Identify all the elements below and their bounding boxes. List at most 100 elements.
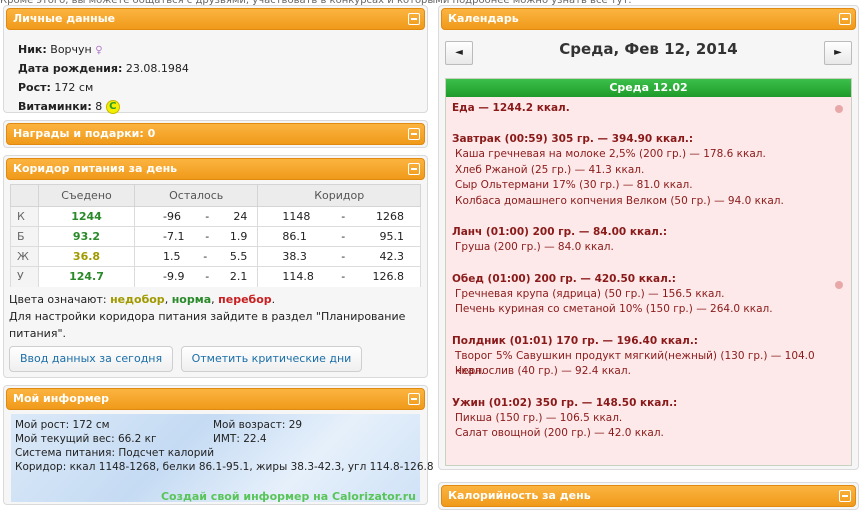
personal-info: Ник: Ворчун ♀ Дата рождения: 23.08.1984 … [6,30,425,114]
list-item[interactable]: Груша (200 гр.) — 84.0 ккал. [452,240,845,256]
collapse-icon[interactable] [408,128,420,140]
left-max: 5.5 [229,250,248,263]
list-item[interactable]: Творог 5% Савушкин продукт мягкий(нежный… [452,349,845,378]
mark-critical-days-button[interactable]: Отметить критические дни [180,345,363,372]
informer-weight: Мой текущий вес: 66.2 кг [15,432,157,445]
legend-prefix: Цвета означают: [9,292,107,306]
legend-over: перебор [218,292,272,306]
informer-panel-header[interactable]: Мой информер [6,387,425,410]
day-header[interactable]: Среда 12.02 [446,79,851,97]
left-range: 1.5 - 5.5 [133,246,259,267]
female-icon: ♀ [95,45,103,56]
calendar-panel-header[interactable]: Календарь [441,8,856,30]
corr-max: 126.8 [372,270,405,284]
collapse-icon[interactable] [408,163,420,175]
edit-dot-icon[interactable] [835,105,843,113]
list-item[interactable]: Сыр Ольтермани 17% (30 гр.) — 81.0 ккал. [452,178,845,194]
row-key: К [10,206,39,227]
table-row: Ж 36.8 1.5 - 5.5 38.3 - 42.3 [10,246,421,267]
informer-widget[interactable]: Мой рост: 172 см Мой возраст: 29 Мой теку… [11,413,434,504]
corridor-panel: Коридор питания за день Съедено Осталось… [3,155,428,378]
corr-min: 38.3 [282,250,307,263]
personal-panel-title: Личные данные [13,12,116,25]
left-range: -7.1 - 1.9 [133,226,259,247]
eaten-value: 1244 [38,206,135,227]
collapse-icon[interactable] [408,13,420,25]
informer-height: Мой рост: 172 см [15,418,110,431]
calories-panel-header[interactable]: Калорийность за день [441,485,856,507]
range-sep: - [341,250,346,263]
awards-panel-header[interactable]: Награды и подарки: 0 [6,123,425,145]
meal-header-lunch[interactable]: Ланч (01:00) 200 гр. — 84.00 ккал.: [452,225,845,240]
settings-hint: Для настройки коридора питания зайдите в… [9,309,406,340]
informer-bmi: ИМТ: 22.4 [213,432,267,445]
vitamins-row: Витаминки: 8 С [18,97,425,116]
corridor-panel-title: Коридор питания за день [13,162,178,175]
corr-max: 42.3 [379,250,405,263]
legend-under: недобор [110,292,165,306]
corridor-range: 1148 - 1268 [257,206,421,227]
list-item[interactable]: Гречневая крупа (ядрица) (50 гр.) — 156.… [452,287,845,303]
nick-value: Ворчун [50,43,92,56]
list-item[interactable]: Хлеб Ржаной (25 гр.) — 41.3 ккал. [452,163,845,179]
collapse-icon[interactable] [839,13,851,25]
calendar-panel: Календарь ◄ Среда, Фев 12, 2014 ► Среда … [438,5,859,470]
corridor-table: Съедено Осталось Коридор К 1244 -96 - 24 1… [10,184,421,287]
calendar-date: Среда, Фев 12, 2014 [559,40,738,58]
list-item[interactable]: Пикша (150 гр.) — 106.5 ккал. [452,411,845,427]
corridor-panel-header[interactable]: Коридор питания за день [6,158,425,180]
vitamin-icon[interactable]: С [105,100,120,114]
calendar-panel-title: Календарь [448,12,519,25]
informer-link[interactable]: Создай свой информер на Calorizator.ru [161,490,416,504]
birth-label: Дата рождения: [18,62,123,75]
list-item[interactable]: Колбаса домашнего копчения Велком (50 гр… [452,194,845,210]
informer-line-2: Мой текущий вес: 66.2 кг ИМТ: 22.4 [15,432,416,446]
height-row: Рост: 172 см [18,78,425,97]
eaten-value: 93.2 [38,226,135,247]
corr-min: 114.8 [282,270,314,284]
range-sep: - [341,270,346,284]
meal-header-supper[interactable]: Ужин (01:02) 350 гр. — 148.50 ккал.: [452,396,845,411]
eaten-value: 36.8 [38,246,135,267]
corr-max: 1268 [376,210,404,223]
range-sep: - [205,230,210,243]
corridor-header-row: Съедено Осталось Коридор [10,184,421,207]
collapse-icon[interactable] [839,490,851,502]
informer-panel-title: Мой информер [13,391,110,405]
corr-max: 95.1 [379,230,405,243]
left-range: -96 - 24 [133,206,259,227]
left-column: Личные данные Ник: Ворчун ♀ Дата рождени… [3,5,434,512]
meal-header-snack[interactable]: Полдник (01:01) 170 гр. — 196.40 ккал.: [452,334,845,349]
list-item[interactable]: Салат овощной (200 гр.) — 42.0 ккал. [452,426,845,442]
day-panel: Среда 12.02 Еда — 1244.2 ккал. Завтрак (… [445,78,852,466]
right-column: Календарь ◄ Среда, Фев 12, 2014 ► Среда … [438,5,859,517]
birth-row: Дата рождения: 23.08.1984 [18,59,425,78]
color-legend: Цвета означают: недобор, норма, перебор.… [6,287,425,342]
meal-header-breakfast[interactable]: Завтрак (00:59) 305 гр. — 394.90 ккал.: [452,132,845,147]
nick-row: Ник: Ворчун ♀ [18,40,425,59]
awards-panel: Награды и подарки: 0 [3,120,428,148]
vitamins-label: Витаминки: [18,100,92,113]
informer-age: Мой возраст: 29 [213,418,303,431]
left-max: 2.1 [229,270,248,284]
personal-panel-header[interactable]: Личные данные [6,8,425,30]
list-item[interactable]: Чернослив (40 гр.) — 92.4 ккал. [452,364,845,380]
collapse-icon[interactable] [408,392,420,405]
corridor-range: 114.8 - 126.8 [257,266,421,287]
range-sep: - [205,210,210,223]
range-sep: - [341,230,346,243]
left-min: 1.5 [163,250,181,263]
list-item[interactable]: Печень куриная со сметаной 10% (150 гр.)… [452,302,845,318]
meal-header-dinner[interactable]: Обед (01:00) 200 гр. — 420.50 ккал.: [452,272,845,287]
corr-min: 86.1 [282,230,307,243]
row-key: У [10,266,39,287]
enter-today-button[interactable]: Ввод данных за сегодня [9,345,174,372]
edit-dot-icon[interactable] [835,281,843,289]
left-max: 24 [233,210,248,223]
table-row: Б 93.2 -7.1 - 1.9 86.1 - 95.1 [10,226,421,247]
range-sep: - [341,210,346,223]
next-day-button[interactable]: ► [824,41,852,65]
informer-corridor: Коридор: ккал 1148-1268, белки 86.1-95.1… [15,460,434,473]
list-item[interactable]: Каша гречневая на молоке 2,5% (200 гр.) … [452,147,845,163]
table-row: У 124.7 -9.9 - 2.1 114.8 - 126.8 [10,266,421,287]
